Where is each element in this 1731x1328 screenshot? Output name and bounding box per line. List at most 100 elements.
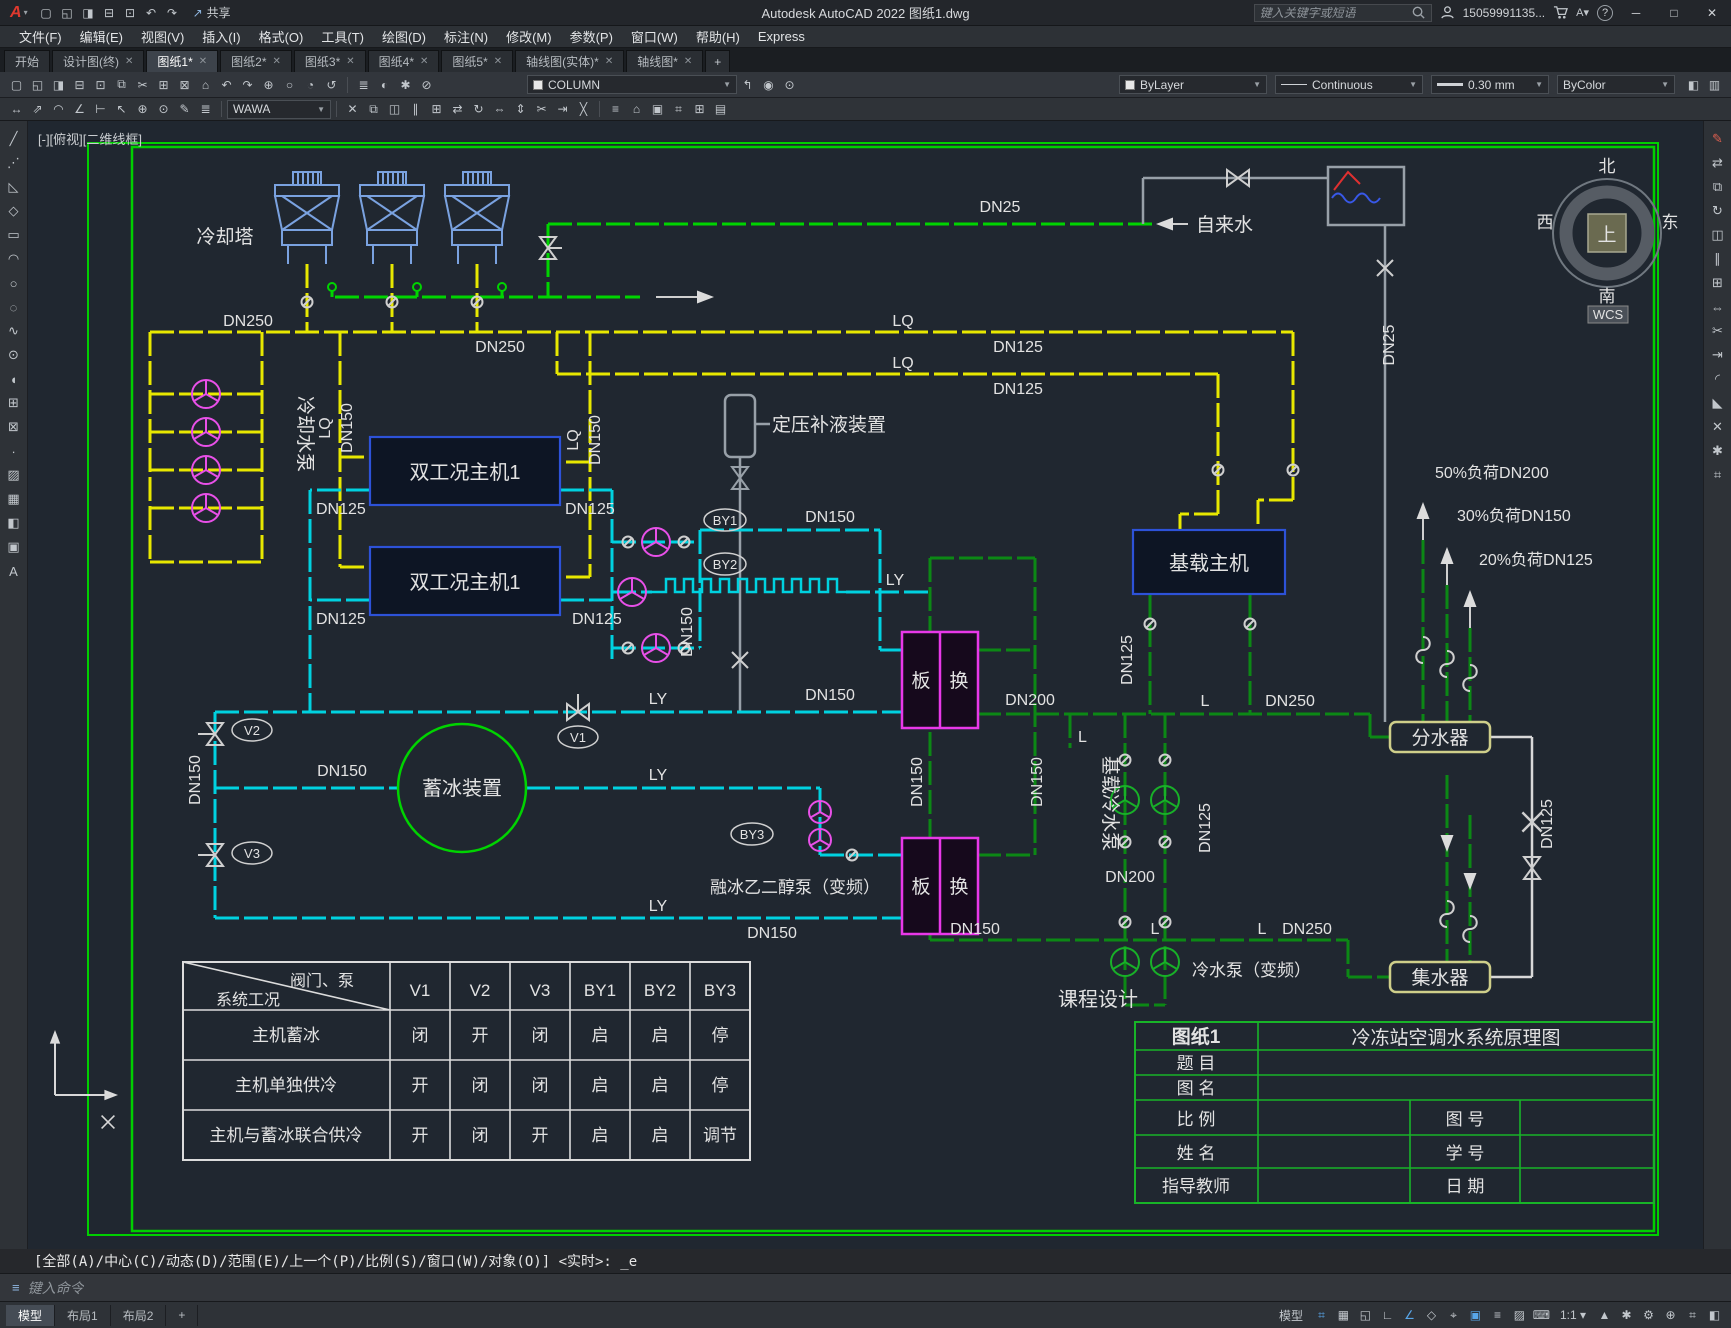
tab-start[interactable]: 开始: [4, 50, 51, 72]
publish-icon[interactable]: ⧉: [111, 75, 132, 95]
layer-previous-icon[interactable]: ↰: [737, 75, 758, 95]
menu-edit[interactable]: 编辑(E): [71, 26, 132, 48]
insert-block-icon[interactable]: ⊞: [2, 391, 26, 415]
stretch-icon[interactable]: ⇕: [510, 99, 531, 119]
field-icon[interactable]: ▤: [710, 99, 731, 119]
ellipse-icon[interactable]: ⊙: [2, 343, 26, 367]
transparency-icon[interactable]: ▨: [1509, 1305, 1530, 1325]
polygon-icon[interactable]: ◇: [2, 199, 26, 223]
tab-sheet2[interactable]: 图纸2* ✕: [220, 50, 292, 72]
layer-on-icon[interactable]: ◉: [758, 75, 779, 95]
ortho-icon[interactable]: ∟: [1377, 1305, 1398, 1325]
menu-format[interactable]: 格式(O): [250, 26, 313, 48]
rotate-icon[interactable]: ↻: [468, 99, 489, 119]
infer-icon[interactable]: ◱: [1355, 1305, 1376, 1325]
menu-modify[interactable]: 修改(M): [497, 26, 561, 48]
model-paper-toggle[interactable]: 模型: [1272, 1305, 1310, 1325]
pan-icon[interactable]: ⊕: [258, 75, 279, 95]
color-combo[interactable]: ByLayer ▼: [1119, 75, 1267, 94]
tab-axis-solid[interactable]: 轴线图(实体)* ✕: [515, 50, 625, 72]
paste-icon[interactable]: ⊠: [174, 75, 195, 95]
mtext-icon[interactable]: A: [2, 559, 26, 583]
compass-north[interactable]: 北: [1599, 157, 1616, 176]
menu-express[interactable]: Express: [749, 26, 814, 48]
measure-right-icon[interactable]: ⌗: [1706, 463, 1730, 487]
ellipse-arc-icon[interactable]: ◖: [2, 367, 26, 391]
zoom-realtime-icon[interactable]: ○: [279, 75, 300, 95]
tab-axis[interactable]: 轴线图* ✕: [626, 50, 704, 72]
redo-tool-icon[interactable]: ↷: [237, 75, 258, 95]
new-tab-button[interactable]: +: [705, 50, 731, 72]
circle-icon[interactable]: ○: [2, 271, 26, 295]
sketch-icon[interactable]: ✎: [1706, 127, 1730, 151]
layer-isolate-icon[interactable]: ⊙: [779, 75, 800, 95]
open-file-icon[interactable]: ◱: [57, 3, 78, 23]
help-icon[interactable]: ?: [1597, 4, 1613, 21]
menu-tools[interactable]: 工具(T): [312, 26, 373, 48]
construction-line-icon[interactable]: ⋰: [2, 151, 26, 175]
copy-right-icon[interactable]: ⧉: [1706, 175, 1730, 199]
close-icon[interactable]: ✕: [199, 56, 207, 67]
dim-linear-icon[interactable]: ↔: [6, 99, 27, 119]
measure-icon[interactable]: ⌗: [668, 99, 689, 119]
mirror-icon[interactable]: ◫: [384, 99, 405, 119]
rotate-right-icon[interactable]: ↻: [1706, 199, 1730, 223]
spline-icon[interactable]: ∿: [2, 319, 26, 343]
dim-aligned-icon[interactable]: ⇗: [27, 99, 48, 119]
tab-sheet1[interactable]: 图纸1* ✕: [146, 50, 219, 72]
properties-panel-icon[interactable]: ◧: [1683, 75, 1704, 95]
tab-sheet3[interactable]: 图纸3* ✕: [293, 50, 366, 72]
polar-icon[interactable]: ∠: [1399, 1305, 1420, 1325]
plot-tool-icon[interactable]: ⊟: [69, 75, 90, 95]
layout2-tab[interactable]: 布局2: [110, 1304, 167, 1326]
account-id[interactable]: 15059991135...: [1463, 6, 1546, 20]
scale-right-icon[interactable]: ⇔: [1706, 295, 1730, 319]
multileader-icon[interactable]: ↖: [111, 99, 132, 119]
snap-icon[interactable]: ▦: [1333, 1305, 1354, 1325]
close-icon[interactable]: ✕: [605, 56, 613, 67]
dim-inspect-icon[interactable]: ⊙: [153, 99, 174, 119]
plotstyle-combo[interactable]: ByColor ▼: [1557, 75, 1675, 94]
layer-combo[interactable]: COLUMN ▼: [527, 75, 737, 94]
close-icon[interactable]: ✕: [420, 56, 428, 67]
qnew-icon[interactable]: ▢: [6, 75, 27, 95]
model-tab[interactable]: 模型: [6, 1304, 56, 1326]
compass-west[interactable]: 西: [1537, 213, 1554, 232]
user-icon[interactable]: [1440, 5, 1455, 20]
save-icon[interactable]: ◨: [78, 3, 99, 23]
compass-center[interactable]: 上: [1597, 224, 1616, 246]
match-properties-icon[interactable]: ⌂: [195, 75, 216, 95]
dim-edit-icon[interactable]: ✎: [174, 99, 195, 119]
create-block-icon[interactable]: ⊠: [2, 415, 26, 439]
menu-file[interactable]: 文件(F): [10, 26, 71, 48]
cut-icon[interactable]: ✂: [132, 75, 153, 95]
sheet-set-icon[interactable]: ▥: [1704, 75, 1725, 95]
match-prop-icon[interactable]: ⌂: [626, 99, 647, 119]
menu-dimension[interactable]: 标注(N): [435, 26, 497, 48]
quickcalc-icon[interactable]: ⊞: [689, 99, 710, 119]
close-button[interactable]: ✕: [1697, 1, 1727, 25]
dim-angular-icon[interactable]: ∠: [69, 99, 90, 119]
layer-lock-icon[interactable]: ⊘: [416, 75, 437, 95]
autocad-logo-icon[interactable]: A ▾: [4, 4, 34, 22]
close-icon[interactable]: ✕: [494, 56, 502, 67]
help-search-input[interactable]: 键入关键字或短语: [1253, 3, 1432, 22]
dim-arc-icon[interactable]: ◠: [48, 99, 69, 119]
trim-icon[interactable]: ✂: [531, 99, 552, 119]
polyline-icon[interactable]: ◺: [2, 175, 26, 199]
layout1-tab[interactable]: 布局1: [55, 1304, 111, 1326]
drawing-canvas[interactable]: [-][俯视][二维线框] 北 西 东 南 上 WCS 冷却塔 DN25 自来水…: [28, 121, 1703, 1249]
redo-icon[interactable]: ↷: [162, 3, 183, 23]
scale-icon[interactable]: ⇔: [489, 99, 510, 119]
center-mark-icon[interactable]: ⊕: [132, 99, 153, 119]
workspace-gear-icon[interactable]: ⚙: [1638, 1305, 1659, 1325]
break-icon[interactable]: ╳: [573, 99, 594, 119]
rectangle-icon[interactable]: ▭: [2, 223, 26, 247]
extend-right-icon[interactable]: ⇥: [1706, 343, 1730, 367]
arc-icon[interactable]: ◠: [2, 247, 26, 271]
hatch-icon[interactable]: ▨: [2, 463, 26, 487]
osnap-icon[interactable]: ▣: [1465, 1305, 1486, 1325]
save-as-icon[interactable]: ⊟: [99, 3, 120, 23]
point-icon[interactable]: ∙: [2, 439, 26, 463]
line-tool-icon[interactable]: ╱: [2, 127, 26, 151]
